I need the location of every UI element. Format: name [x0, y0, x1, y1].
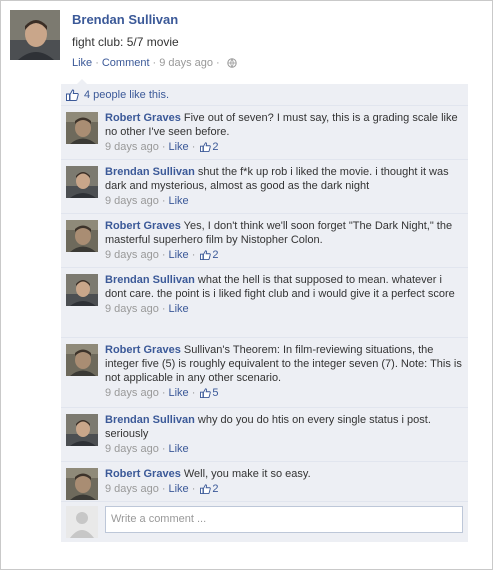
commenter-avatar[interactable] [66, 414, 98, 446]
status-post: Brendan Sullivan fight club: 5/7 movie L… [10, 10, 480, 70]
thumbs-up-icon[interactable] [198, 250, 212, 260]
feedback-section: 4 people like this. Robert Graves Five o… [61, 79, 468, 542]
comment-item: Robert Graves Five out of seven? I must … [61, 106, 468, 160]
comment-body: Robert Graves Sullivan's Theorem: In fil… [105, 343, 462, 400]
commenter-name[interactable]: Brendan Sullivan [105, 414, 195, 426]
commenter-avatar[interactable] [66, 344, 98, 376]
thumbs-up-icon[interactable] [198, 142, 212, 152]
author-avatar[interactable] [10, 10, 60, 60]
comment-timestamp[interactable]: 9 days ago [105, 442, 159, 456]
comment-item: Brendan Sullivan shut the f*k up rob i l… [61, 160, 468, 214]
comment-text: Brendan Sullivan what the hell is that s… [105, 273, 462, 301]
comment-item: Brendan Sullivan what the hell is that s… [61, 268, 468, 338]
comment-body: Brendan Sullivan why do you do htis on e… [105, 413, 462, 456]
thumbs-up-icon[interactable] [198, 484, 212, 494]
comment-body: Brendan Sullivan what the hell is that s… [105, 273, 462, 316]
commenter-avatar[interactable] [66, 220, 98, 252]
comment-timestamp[interactable]: 9 days ago [105, 248, 159, 262]
comment-meta: 9 days ago · Like [105, 442, 189, 456]
commenter-name[interactable]: Brendan Sullivan [105, 166, 195, 178]
commenter-name[interactable]: Robert Graves [105, 344, 181, 356]
comment-text: Robert Graves Sullivan's Theorem: In fil… [105, 343, 462, 385]
comment-timestamp[interactable]: 9 days ago [105, 482, 159, 496]
viewer-avatar [66, 506, 98, 538]
comment-body: Robert Graves Five out of seven? I must … [105, 111, 462, 154]
likes-count-text[interactable]: 4 people like this. [84, 89, 169, 101]
comment-body: Brendan Sullivan shut the f*k up rob i l… [105, 165, 462, 208]
commenter-name[interactable]: Robert Graves [105, 220, 181, 232]
comment-timestamp[interactable]: 9 days ago [105, 194, 159, 208]
comment-like-link[interactable]: Like [169, 194, 189, 208]
comment-meta: 9 days ago · Like [105, 302, 189, 316]
comment-like-count[interactable]: 5 [212, 386, 218, 400]
comment-meta: 9 days ago · Like · 2 [105, 248, 219, 262]
comment-text: Robert Graves Well, you make it so easy. [105, 467, 462, 481]
comment-message: Well, you make it so easy. [183, 468, 311, 480]
comment-timestamp[interactable]: 9 days ago [105, 386, 159, 400]
comment-text: Robert Graves Yes, I don't think we'll s… [105, 219, 462, 247]
comment-like-link[interactable]: Like [169, 386, 189, 400]
status-meta: Like · Comment · 9 days ago · [72, 56, 237, 70]
comment-text: Robert Graves Five out of seven? I must … [105, 111, 462, 139]
comment-text: Brendan Sullivan shut the f*k up rob i l… [105, 165, 462, 193]
comment-like-link[interactable]: Like [169, 302, 189, 316]
like-link[interactable]: Like [72, 56, 92, 70]
commenter-name[interactable]: Robert Graves [105, 468, 181, 480]
commenter-avatar[interactable] [66, 468, 98, 500]
commenter-avatar[interactable] [66, 112, 98, 144]
comment-link[interactable]: Comment [102, 56, 150, 70]
comment-timestamp[interactable]: 9 days ago [105, 140, 159, 154]
comment-like-count[interactable]: 2 [212, 482, 218, 496]
comment-composer: Write a comment ... [61, 502, 468, 542]
status-author-name[interactable]: Brendan Sullivan [72, 12, 237, 28]
status-text: fight club: 5/7 movie [72, 35, 179, 49]
comment-item: Robert Graves Yes, I don't think we'll s… [61, 214, 468, 268]
comment-like-count[interactable]: 2 [212, 140, 218, 154]
commenter-name[interactable]: Brendan Sullivan [105, 274, 195, 286]
comment-body: Robert Graves Yes, I don't think we'll s… [105, 219, 462, 262]
comment-like-link[interactable]: Like [169, 442, 189, 456]
comment-timestamp[interactable]: 9 days ago [105, 302, 159, 316]
comment-like-link[interactable]: Like [169, 482, 189, 496]
likes-summary: 4 people like this. [61, 84, 468, 106]
comment-item: Robert Graves Sullivan's Theorem: In fil… [61, 338, 468, 408]
comment-like-link[interactable]: Like [169, 248, 189, 262]
comment-like-count[interactable]: 2 [212, 248, 218, 262]
globe-icon[interactable] [227, 58, 237, 68]
comment-item: Robert Graves Well, you make it so easy.… [61, 462, 468, 502]
commenter-avatar[interactable] [66, 274, 98, 306]
commenter-avatar[interactable] [66, 166, 98, 198]
comment-input[interactable]: Write a comment ... [105, 506, 463, 533]
status-timestamp[interactable]: 9 days ago [159, 56, 213, 70]
comment-like-link[interactable]: Like [169, 140, 189, 154]
comment-item: Brendan Sullivan why do you do htis on e… [61, 408, 468, 462]
commenter-name[interactable]: Robert Graves [105, 112, 181, 124]
comment-meta: 9 days ago · Like · 2 [105, 140, 219, 154]
comment-text: Brendan Sullivan why do you do htis on e… [105, 413, 462, 441]
comment-body: Robert Graves Well, you make it so easy.… [105, 467, 462, 496]
comment-meta: 9 days ago · Like · 5 [105, 386, 219, 400]
comment-meta: 9 days ago · Like [105, 194, 189, 208]
comment-list: Robert Graves Five out of seven? I must … [61, 106, 468, 502]
thumbs-up-icon [66, 88, 79, 101]
comment-meta: 9 days ago · Like · 2 [105, 482, 219, 496]
thumbs-up-icon[interactable] [198, 388, 212, 398]
